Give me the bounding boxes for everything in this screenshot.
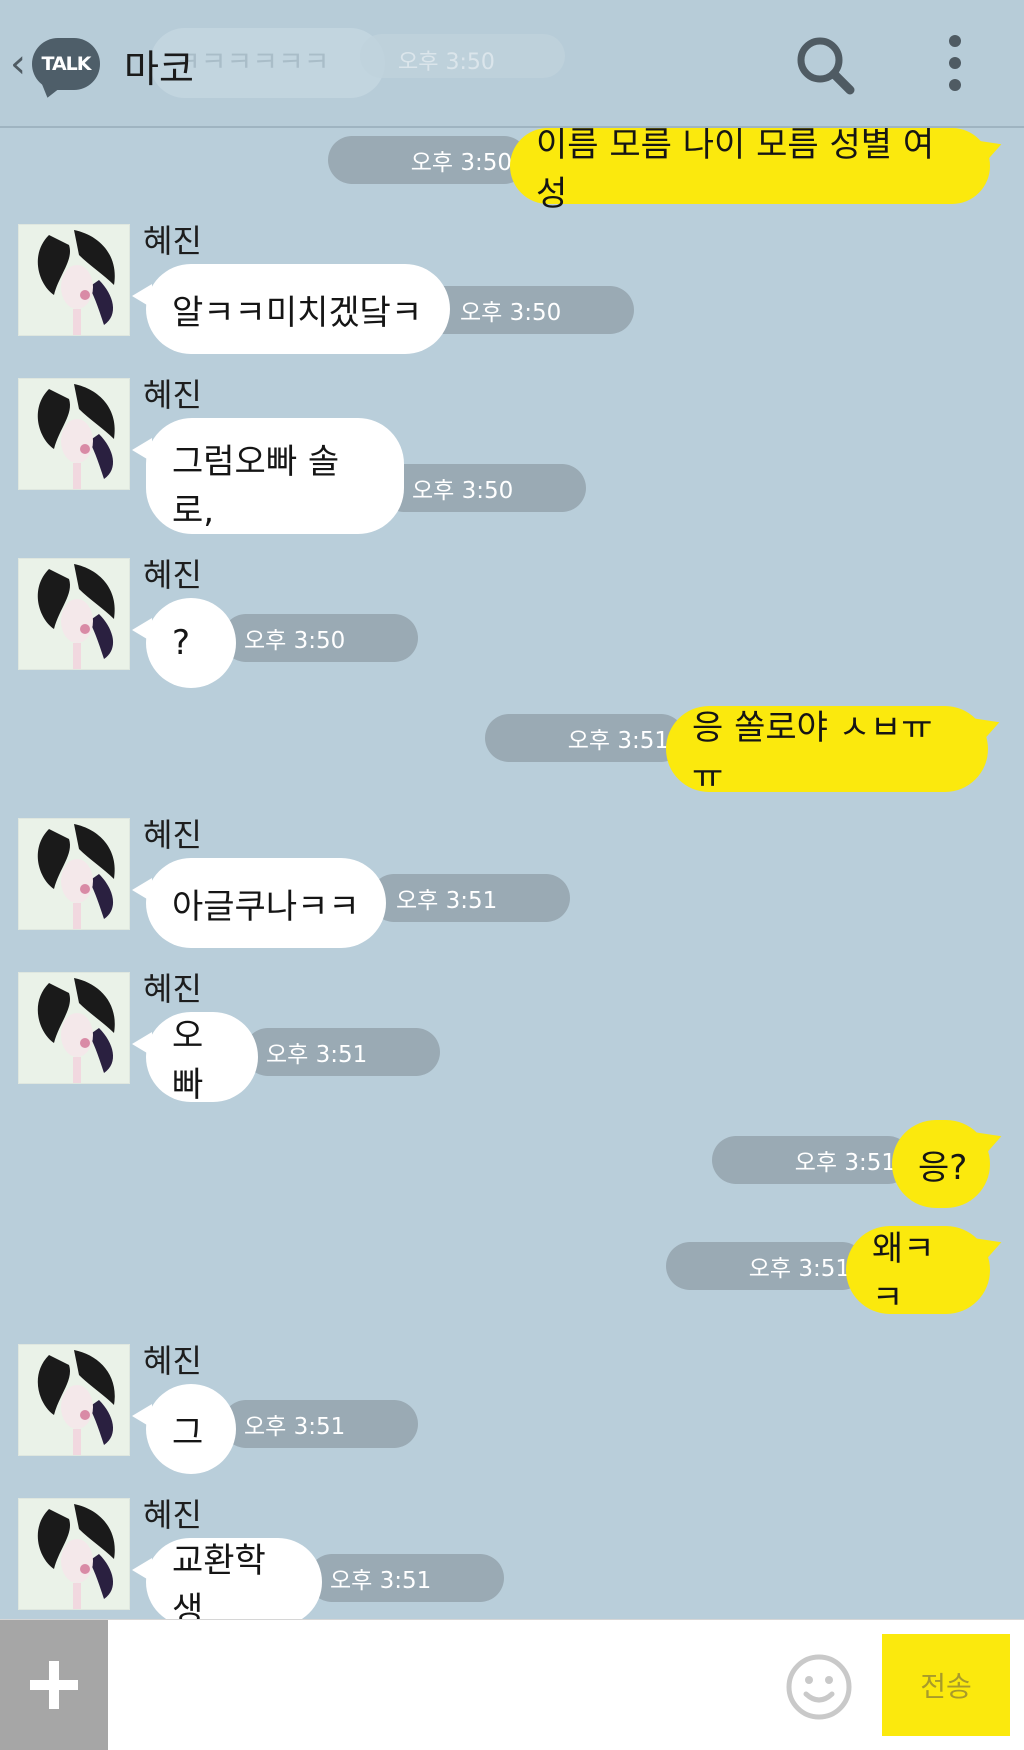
message-time: 오후 3:51 bbox=[370, 874, 570, 922]
sender-name: 혜진 bbox=[143, 1342, 202, 1380]
avatar[interactable] bbox=[18, 1498, 130, 1610]
attach-button[interactable] bbox=[0, 1620, 108, 1750]
profile-illustration-icon bbox=[19, 973, 129, 1083]
avatar[interactable] bbox=[18, 818, 130, 930]
message-time: 오후 3:50 bbox=[222, 614, 418, 662]
message-time: 오후 3:51 bbox=[712, 1136, 912, 1184]
chat-header: ㅋㅋㅋㅋㅋㅋ 오후 3:50 ‹ TALK 마코 bbox=[0, 0, 1024, 128]
talk-logo-icon: TALK bbox=[32, 38, 100, 90]
avatar[interactable] bbox=[18, 224, 130, 336]
profile-illustration-icon bbox=[19, 1499, 129, 1609]
plus-icon bbox=[30, 1661, 78, 1709]
send-button[interactable]: 전송 bbox=[882, 1634, 1010, 1736]
my-message-bubble[interactable]: 이름 모름 나이 모름 성별 여성 bbox=[510, 128, 990, 214]
chevron-left-icon: ‹ bbox=[10, 41, 26, 87]
their-message-bubble[interactable]: ? bbox=[132, 598, 236, 688]
sender-name: 혜진 bbox=[143, 970, 202, 1008]
avatar[interactable] bbox=[18, 972, 130, 1084]
their-message-bubble[interactable]: 교환학생 bbox=[132, 1538, 322, 1619]
message-time: 오후 3:51 bbox=[308, 1554, 504, 1602]
profile-illustration-icon bbox=[19, 559, 129, 669]
chat-title: 마코 bbox=[124, 47, 194, 91]
message-time: 오후 3:51 bbox=[485, 714, 685, 762]
their-message-bubble[interactable]: 오빠 bbox=[132, 1012, 258, 1105]
my-message-bubble[interactable]: 응? bbox=[892, 1120, 990, 1208]
message-time: 오후 3:50 bbox=[380, 464, 586, 512]
message-input-bar: 전송 bbox=[0, 1619, 1024, 1750]
sender-name: 혜진 bbox=[143, 222, 202, 260]
more-menu-button[interactable] bbox=[935, 30, 975, 100]
profile-illustration-icon bbox=[19, 1345, 129, 1455]
sender-name: 혜진 bbox=[143, 556, 202, 594]
message-time: 오후 3:51 bbox=[222, 1400, 418, 1448]
smiley-icon bbox=[786, 1654, 852, 1720]
message-time: 오후 3:51 bbox=[244, 1028, 440, 1076]
my-message-bubble[interactable]: 응 쏠로야 ㅅㅂㅠㅠ bbox=[666, 706, 988, 797]
search-icon bbox=[797, 37, 855, 95]
avatar[interactable] bbox=[18, 1344, 130, 1456]
profile-illustration-icon bbox=[19, 819, 129, 929]
profile-illustration-icon bbox=[19, 379, 129, 489]
avatar[interactable] bbox=[18, 378, 130, 490]
sender-name: 혜진 bbox=[143, 376, 202, 414]
emoji-button[interactable] bbox=[784, 1652, 854, 1722]
back-button[interactable]: ‹ TALK bbox=[10, 34, 120, 94]
their-message-bubble[interactable]: 그럼오빠 솔로, bbox=[132, 418, 404, 534]
message-list[interactable]: 오후 3:50 이름 모름 나이 모름 성별 여성 혜진 오후 3:50 알ㅋㅋ… bbox=[0, 128, 1024, 1619]
message-input[interactable] bbox=[120, 1640, 774, 1732]
ghost-message-timestamp: 오후 3:50 bbox=[398, 50, 495, 75]
more-vertical-icon bbox=[949, 35, 961, 91]
my-message-bubble[interactable]: 왜ㅋㅋ bbox=[846, 1226, 990, 1318]
search-button[interactable] bbox=[790, 30, 860, 100]
their-message-bubble[interactable]: 그 bbox=[132, 1384, 236, 1474]
profile-illustration-icon bbox=[19, 225, 129, 335]
message-time: 오후 3:51 bbox=[666, 1242, 866, 1290]
their-message-bubble[interactable]: 아글쿠나ㅋㅋ bbox=[132, 858, 386, 948]
sender-name: 혜진 bbox=[143, 1496, 202, 1534]
avatar[interactable] bbox=[18, 558, 130, 670]
their-message-bubble[interactable]: 알ㅋㅋ미치겠닼ㅋ bbox=[132, 264, 450, 354]
sender-name: 혜진 bbox=[143, 816, 202, 854]
message-time: 오후 3:50 bbox=[328, 136, 528, 184]
message-time: 오후 3:50 bbox=[420, 286, 634, 334]
ghost-message-text: ㅋㅋㅋㅋㅋㅋ bbox=[175, 45, 330, 78]
